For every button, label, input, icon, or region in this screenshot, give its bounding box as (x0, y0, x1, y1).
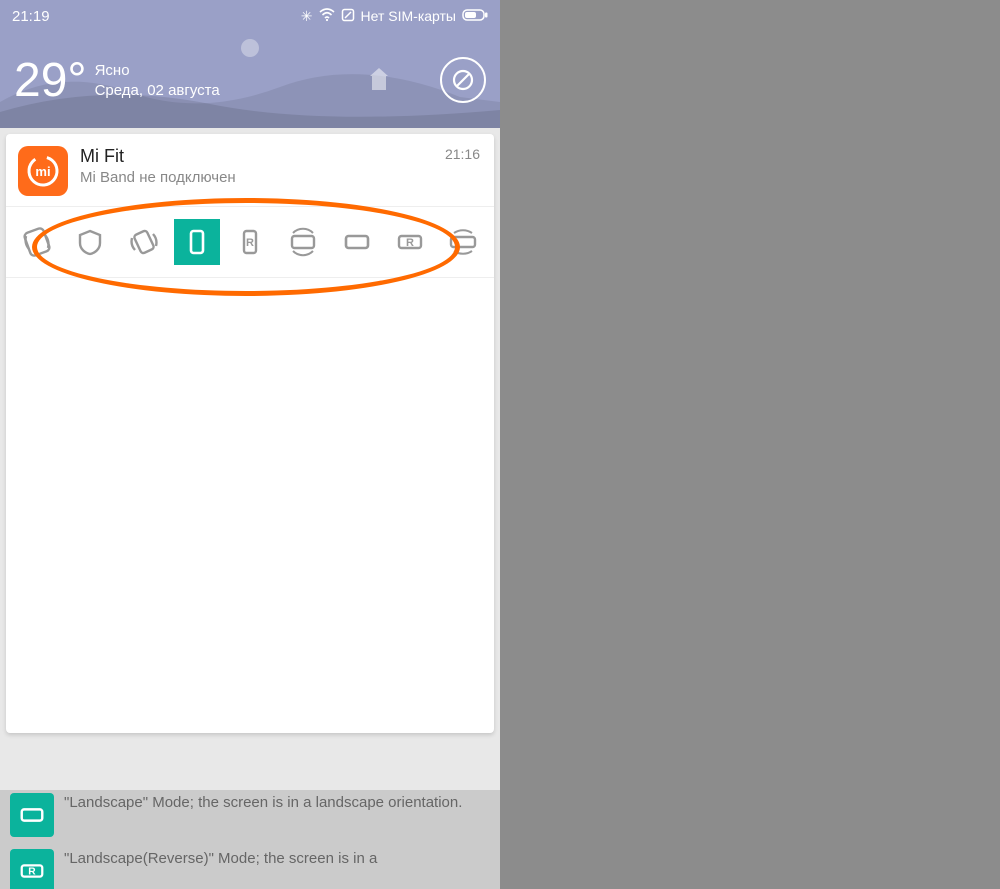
landscape-reverse-mode-icon (10, 849, 54, 889)
background-list: "Landscape" Mode; the screen is in a lan… (6, 787, 494, 889)
wifi-icon (319, 8, 335, 25)
orientation-landscape-wide-button[interactable] (440, 219, 486, 265)
status-sim-text: Нет SIM-карты (361, 8, 456, 24)
orientation-auto-button[interactable] (14, 219, 60, 265)
battery-icon (462, 8, 488, 24)
orientation-toggle-row (6, 206, 494, 278)
weather-panel: 29° Ясно Среда, 02 августа (0, 32, 500, 128)
orientation-landscape-alt-button[interactable] (334, 219, 380, 265)
weather-date: Среда, 02 августа (95, 82, 220, 99)
orientation-landscape-r-button[interactable] (387, 219, 433, 265)
weather-temp: 29° (14, 53, 87, 108)
orientation-landscape-button[interactable] (280, 219, 326, 265)
clear-all-button[interactable] (440, 57, 486, 103)
bluetooth-icon: ✳ (301, 8, 313, 25)
weather-cond: Ясно (95, 62, 220, 79)
orientation-portrait-r-button[interactable] (227, 219, 273, 265)
notification-time: 21:16 (445, 146, 480, 162)
orientation-auto2-button[interactable] (121, 219, 167, 265)
ghost-row-text: "Landscape(Reverse)" Mode; the screen is… (64, 849, 377, 869)
notification-title: Mi Fit (80, 146, 433, 167)
status-bar: 21:19 ✳ Нет SIM-карты (0, 0, 500, 32)
mifit-app-icon (18, 146, 68, 196)
right-screenshot: Пои Популярное YouTube Популярны fFacebo… (500, 0, 1000, 889)
ghost-row-text: "Landscape" Mode; the screen is in a lan… (64, 793, 462, 813)
notification-subtitle: Mi Band не подключен (80, 169, 433, 186)
orientation-portrait-button[interactable] (174, 219, 220, 265)
left-screenshot: 21:19 ✳ Нет SIM-карты 29° Ясно Среда, 02… (0, 0, 500, 889)
no-sim-icon (341, 8, 355, 25)
status-time: 21:19 (12, 8, 50, 25)
landscape-mode-icon (10, 793, 54, 837)
notification-card[interactable]: Mi Fit Mi Band не подключен 21:16 (6, 134, 494, 733)
orientation-guard-button[interactable] (67, 219, 113, 265)
